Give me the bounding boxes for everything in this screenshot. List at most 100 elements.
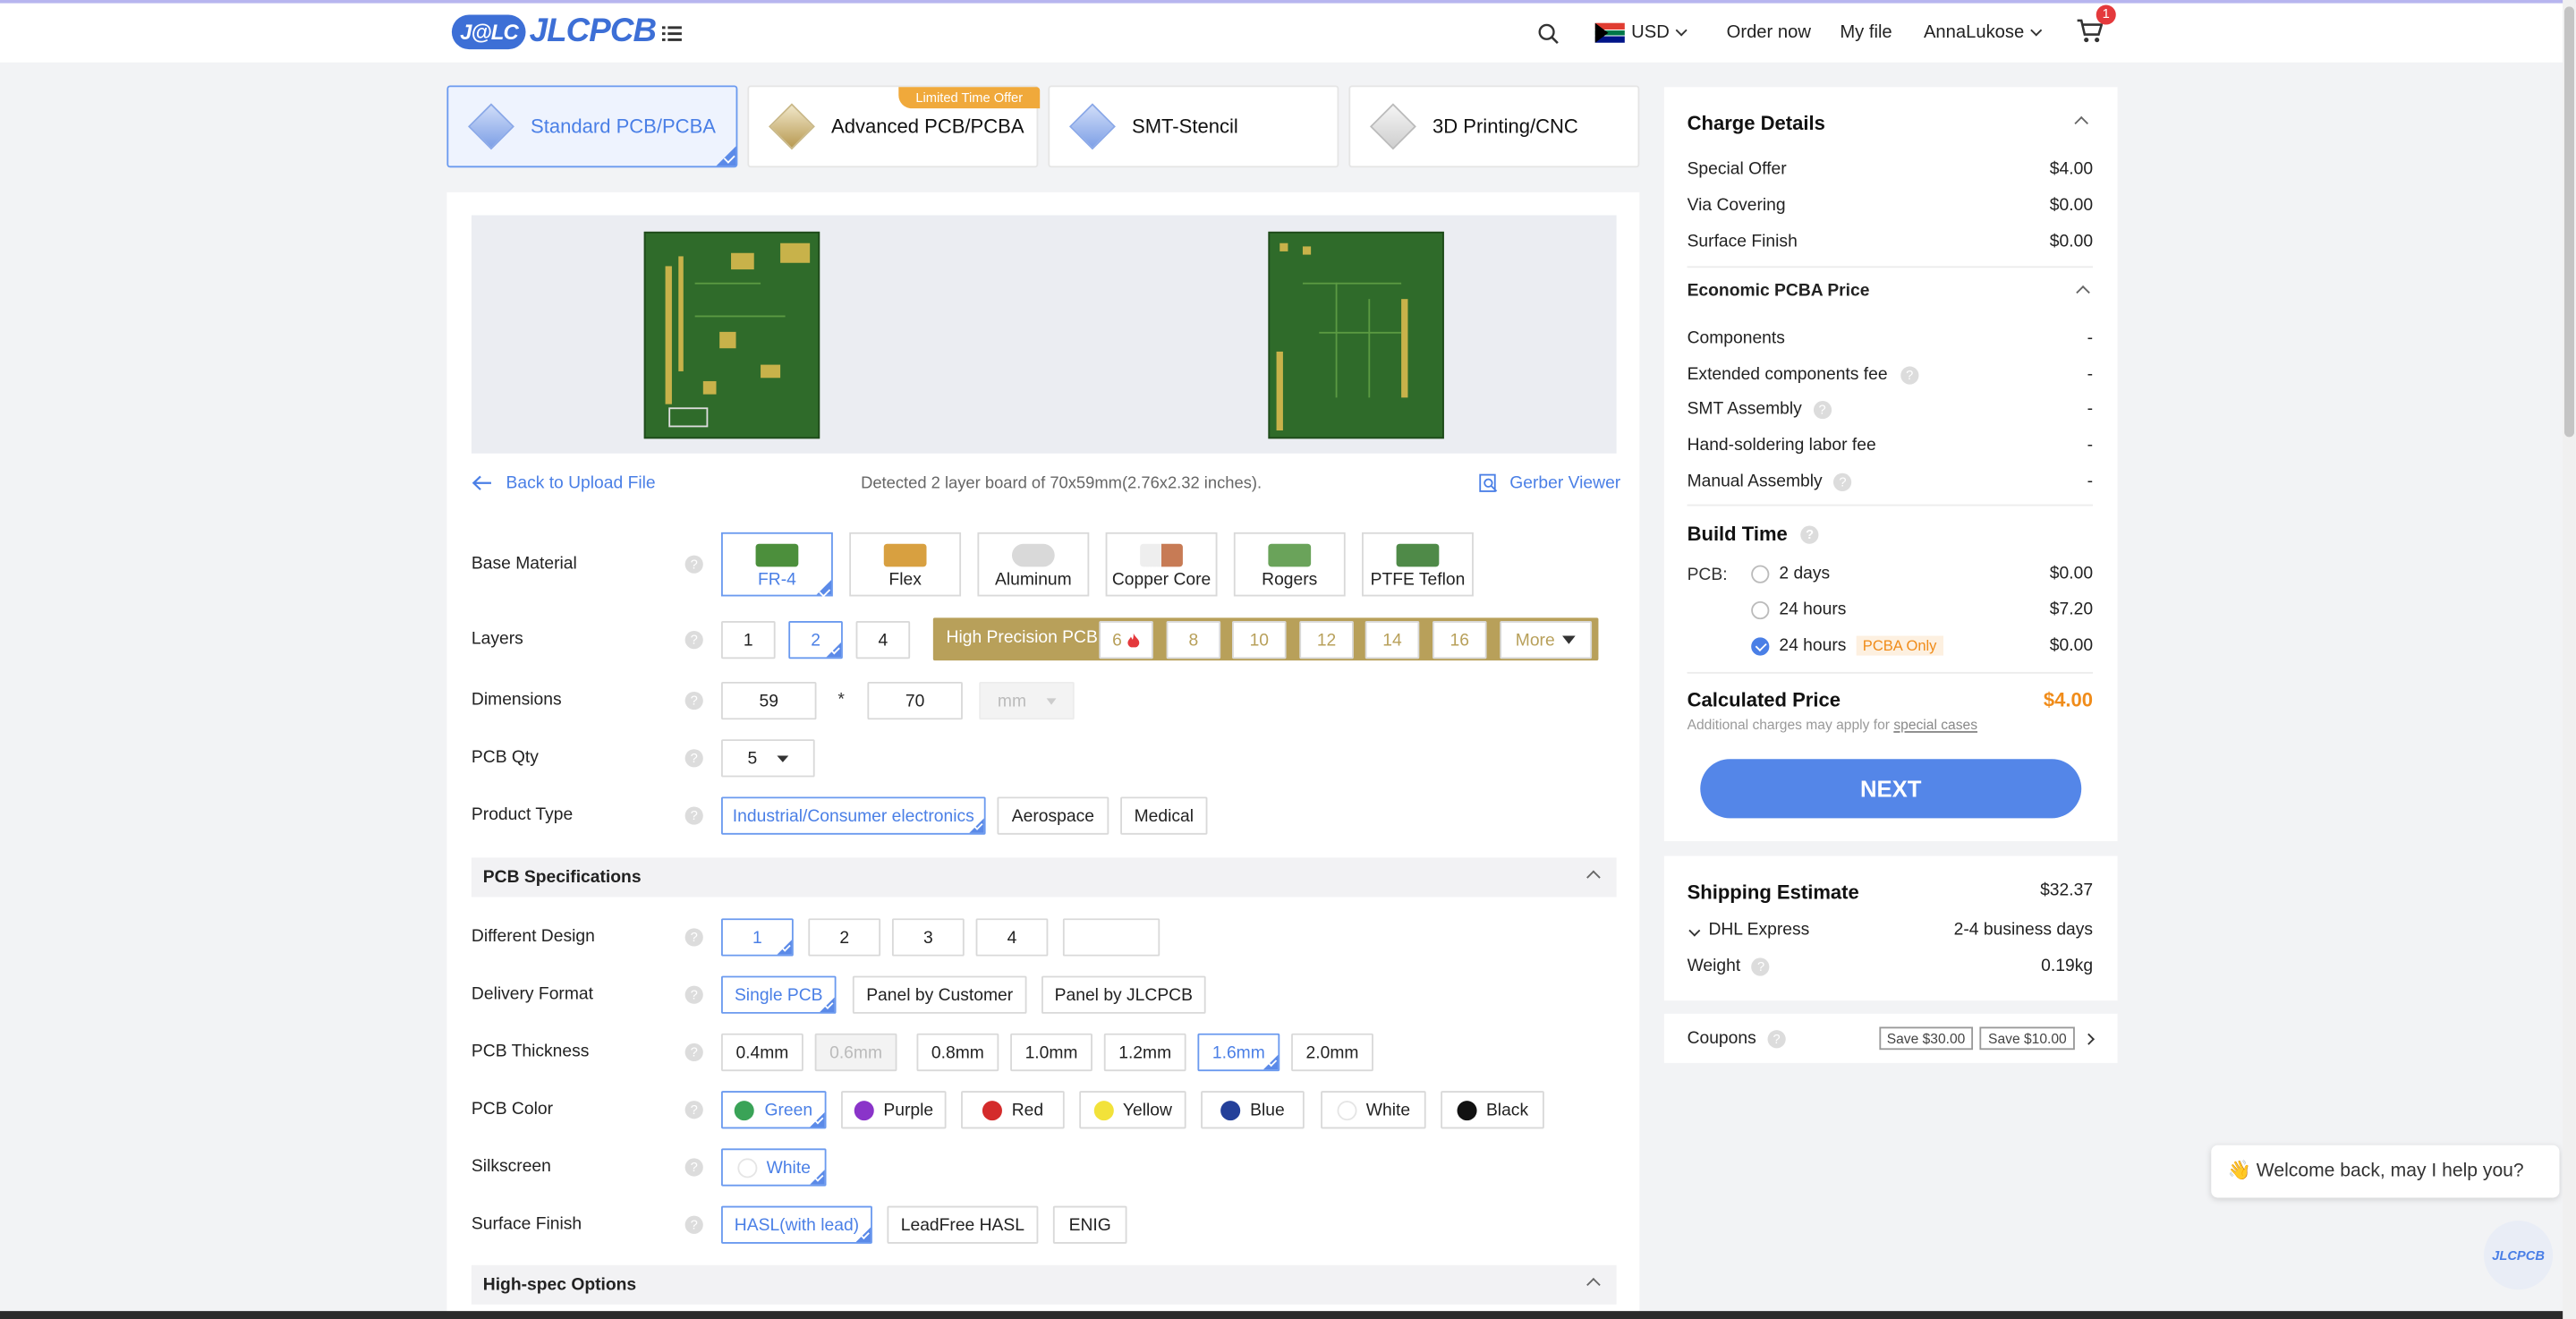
thickness-2-0mm[interactable]: 2.0mm	[1291, 1033, 1373, 1072]
dimension-unit-select[interactable]: mm	[979, 681, 1075, 720]
chevron-down-icon	[2030, 24, 2043, 37]
delivery-panel-by-jlcpcb[interactable]: Panel by JLCPCB	[1041, 975, 1206, 1014]
build-option-2-days[interactable]: 2 days $0.00	[1751, 564, 2093, 583]
weight-value: 0.19kg	[2041, 956, 2094, 976]
thickness-1-6mm[interactable]: 1.6mm	[1197, 1033, 1280, 1072]
help-icon[interactable]: ?	[1800, 524, 1819, 543]
material-copper-core[interactable]: Copper Core	[1105, 532, 1218, 597]
scrollbar-thumb[interactable]	[2563, 6, 2575, 438]
dimension-width-input[interactable]: 59	[721, 681, 817, 720]
high-spec-options-header[interactable]: High-spec Options	[471, 1264, 1617, 1305]
color-red[interactable]: Red	[961, 1091, 1065, 1129]
color-green[interactable]: Green	[721, 1091, 827, 1129]
help-icon[interactable]: ?	[1751, 957, 1771, 976]
coupons-row[interactable]: Coupons ? Save $30.00 Save $10.00	[1688, 1026, 2095, 1051]
base-material-label: Base Material	[471, 553, 577, 574]
charge-row-surface-finish: Surface Finish $0.00	[1688, 232, 2093, 251]
help-icon[interactable]: ?	[684, 1215, 703, 1234]
radio-button-checked[interactable]	[1751, 636, 1770, 656]
chat-welcome-bubble[interactable]: 👋 Welcome back, may I help you?	[2211, 1145, 2560, 1198]
currency-selector[interactable]: USD	[1594, 4, 1688, 63]
next-button[interactable]: NEXT	[1700, 759, 2082, 819]
different-design-1[interactable]: 1	[721, 918, 794, 957]
thickness-0-8mm[interactable]: 0.8mm	[916, 1033, 999, 1072]
radio-button[interactable]	[1751, 600, 1770, 619]
option-label: 1.6mm	[1211, 1042, 1265, 1062]
tab-3d-printing[interactable]: 3D Printing/CNC	[1348, 85, 1640, 168]
help-icon[interactable]: ?	[1900, 366, 1919, 385]
user-name: AnnaLukose	[1923, 22, 2025, 43]
search-icon[interactable]	[1537, 23, 1559, 53]
user-menu[interactable]: AnnaLukose	[1923, 4, 2043, 63]
delivery-single-pcb[interactable]: Single PCB	[721, 975, 837, 1014]
material-fr4[interactable]: FR-4	[721, 532, 833, 597]
product-type-medical[interactable]: Medical	[1120, 796, 1208, 835]
color-yellow[interactable]: Yellow	[1079, 1091, 1186, 1129]
chat-button[interactable]: JLCPCB	[2484, 1221, 2554, 1290]
tab-standard-pcb[interactable]: Standard PCB/PCBA	[446, 85, 738, 168]
layer-option-14[interactable]: 14	[1365, 621, 1420, 660]
color-black[interactable]: Black	[1441, 1091, 1544, 1129]
color-label: Purple	[883, 1100, 934, 1120]
cart-icon[interactable]	[2077, 18, 2104, 53]
my-file-link[interactable]: My file	[1840, 4, 1892, 63]
layer-option-1[interactable]: 1	[721, 621, 776, 660]
logo[interactable]: J@LC JLCPCB	[451, 13, 657, 51]
material-aluminum[interactable]: Aluminum	[977, 532, 1090, 597]
shipping-carrier-row[interactable]: DHL Express 2-4 business days	[1688, 920, 2093, 940]
dimension-height-input[interactable]: 70	[867, 681, 963, 720]
layer-option-4[interactable]: 4	[855, 621, 911, 660]
color-purple[interactable]: Purple	[841, 1091, 947, 1129]
thickness-0-4mm[interactable]: 0.4mm	[721, 1033, 803, 1072]
order-now-link[interactable]: Order now	[1727, 4, 1811, 63]
different-design-2[interactable]: 2	[808, 918, 881, 957]
product-type-industrial[interactable]: Industrial/Consumer electronics	[721, 796, 986, 835]
layer-option-12[interactable]: 12	[1299, 621, 1354, 660]
layer-option-16[interactable]: 16	[1432, 621, 1487, 660]
layer-option-2[interactable]: 2	[788, 621, 843, 660]
help-icon[interactable]: ?	[684, 631, 703, 650]
layer-option-10[interactable]: 10	[1232, 621, 1287, 660]
finish-enig[interactable]: ENIG	[1052, 1205, 1127, 1244]
different-design-4[interactable]: 4	[975, 918, 1049, 957]
tab-smt-stencil[interactable]: SMT-Stencil	[1048, 85, 1339, 168]
material-flex[interactable]: Flex	[849, 532, 962, 597]
different-design-custom-input[interactable]	[1062, 918, 1160, 957]
color-white[interactable]: White	[1321, 1091, 1426, 1129]
build-option-24-hours-pcba[interactable]: 24 hours PCBA Only $0.00	[1751, 635, 2093, 656]
help-icon[interactable]: ?	[1833, 472, 1852, 491]
different-design-3[interactable]: 3	[891, 918, 965, 957]
menu-icon[interactable]	[661, 21, 682, 41]
pcb-qty-select[interactable]: 5	[721, 739, 815, 778]
layer-option-6[interactable]: 6	[1099, 621, 1153, 660]
back-to-upload-link[interactable]: Back to Upload File	[472, 473, 656, 493]
material-rogers[interactable]: Rogers	[1233, 532, 1346, 597]
help-icon[interactable]: ?	[684, 1042, 703, 1062]
help-icon[interactable]: ?	[684, 985, 703, 1004]
material-ptfe-teflon[interactable]: PTFE Teflon	[1362, 532, 1474, 597]
help-icon[interactable]: ?	[684, 691, 703, 711]
help-icon[interactable]: ?	[1767, 1030, 1786, 1049]
silkscreen-white[interactable]: White	[721, 1148, 827, 1187]
color-blue[interactable]: Blue	[1201, 1091, 1305, 1129]
help-icon[interactable]: ?	[684, 806, 703, 825]
help-icon[interactable]: ?	[684, 555, 703, 574]
gerber-viewer-link[interactable]: Gerber Viewer	[1478, 473, 1620, 493]
product-type-aerospace[interactable]: Aerospace	[997, 796, 1109, 835]
help-icon[interactable]: ?	[684, 928, 703, 947]
build-option-24-hours[interactable]: 24 hours $7.20	[1751, 600, 2093, 619]
special-cases-link[interactable]: special cases	[1893, 716, 1977, 732]
finish-hasl-lead[interactable]: HASL(with lead)	[721, 1205, 872, 1244]
finish-leadfree-hasl[interactable]: LeadFree HASL	[887, 1205, 1039, 1244]
help-icon[interactable]: ?	[684, 1101, 703, 1119]
pcb-specifications-header[interactable]: PCB Specifications	[471, 857, 1617, 898]
help-icon[interactable]: ?	[1813, 400, 1832, 420]
help-icon[interactable]: ?	[684, 749, 703, 768]
thickness-1-0mm[interactable]: 1.0mm	[1010, 1033, 1092, 1072]
thickness-1-2mm[interactable]: 1.2mm	[1103, 1033, 1186, 1072]
delivery-panel-by-customer[interactable]: Panel by Customer	[852, 975, 1027, 1014]
radio-button[interactable]	[1751, 565, 1770, 583]
layer-option-8[interactable]: 8	[1166, 621, 1221, 660]
help-icon[interactable]: ?	[684, 1158, 703, 1177]
more-layers-dropdown[interactable]: More	[1500, 621, 1593, 660]
